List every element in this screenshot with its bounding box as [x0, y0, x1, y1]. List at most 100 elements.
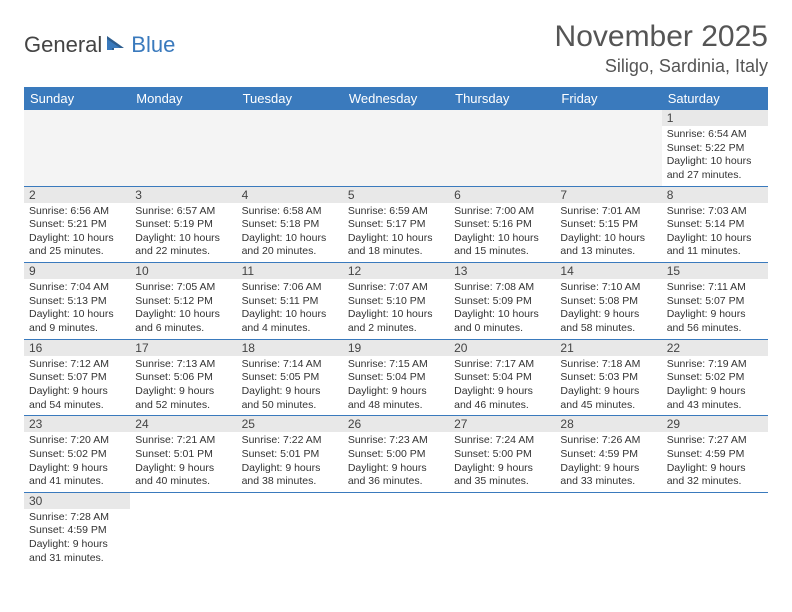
day-info-cell: Sunrise: 7:18 AMSunset: 5:03 PMDaylight:…: [555, 356, 661, 416]
day-info-cell: Sunrise: 6:56 AMSunset: 5:21 PMDaylight:…: [24, 203, 130, 263]
sunset-text: Sunset: 5:02 PM: [667, 371, 763, 385]
day-number-cell: [662, 492, 768, 509]
sunset-text: Sunset: 4:59 PM: [29, 524, 125, 538]
day-number-cell: 23: [24, 416, 130, 433]
daynum-row: 2345678: [24, 186, 768, 203]
daylight-text: Daylight: 9 hours and 58 minutes.: [560, 308, 656, 335]
daylight-text: Daylight: 9 hours and 48 minutes.: [348, 385, 444, 412]
day-info-cell: [237, 126, 343, 186]
day-number-cell: 8: [662, 186, 768, 203]
sunrise-text: Sunrise: 6:57 AM: [135, 205, 231, 219]
info-row: Sunrise: 7:04 AMSunset: 5:13 PMDaylight:…: [24, 279, 768, 339]
sunset-text: Sunset: 5:22 PM: [667, 142, 763, 156]
sunset-text: Sunset: 5:01 PM: [135, 448, 231, 462]
daylight-text: Daylight: 10 hours and 25 minutes.: [29, 232, 125, 259]
day-number-cell: 5: [343, 186, 449, 203]
day-info-cell: Sunrise: 7:22 AMSunset: 5:01 PMDaylight:…: [237, 432, 343, 492]
daylight-text: Daylight: 10 hours and 18 minutes.: [348, 232, 444, 259]
day-number-cell: [343, 110, 449, 126]
daylight-text: Daylight: 9 hours and 43 minutes.: [667, 385, 763, 412]
daylight-text: Daylight: 9 hours and 31 minutes.: [29, 538, 125, 565]
day-info-cell: Sunrise: 7:12 AMSunset: 5:07 PMDaylight:…: [24, 356, 130, 416]
daylight-text: Daylight: 10 hours and 11 minutes.: [667, 232, 763, 259]
day-info-cell: Sunrise: 6:54 AMSunset: 5:22 PMDaylight:…: [662, 126, 768, 186]
sunset-text: Sunset: 5:15 PM: [560, 218, 656, 232]
day-number-cell: 28: [555, 416, 661, 433]
sunrise-text: Sunrise: 7:14 AM: [242, 358, 338, 372]
info-row: Sunrise: 6:54 AMSunset: 5:22 PMDaylight:…: [24, 126, 768, 186]
day-info-cell: Sunrise: 6:59 AMSunset: 5:17 PMDaylight:…: [343, 203, 449, 263]
weekday-header: Sunday: [24, 87, 130, 110]
sunset-text: Sunset: 5:11 PM: [242, 295, 338, 309]
day-number-cell: 16: [24, 339, 130, 356]
logo: General Blue: [24, 20, 175, 58]
day-info-cell: Sunrise: 7:08 AMSunset: 5:09 PMDaylight:…: [449, 279, 555, 339]
sunset-text: Sunset: 5:19 PM: [135, 218, 231, 232]
daylight-text: Daylight: 9 hours and 46 minutes.: [454, 385, 550, 412]
sunrise-text: Sunrise: 7:00 AM: [454, 205, 550, 219]
sunset-text: Sunset: 5:00 PM: [348, 448, 444, 462]
day-info-cell: Sunrise: 7:14 AMSunset: 5:05 PMDaylight:…: [237, 356, 343, 416]
day-number-cell: 10: [130, 263, 236, 280]
daylight-text: Daylight: 10 hours and 15 minutes.: [454, 232, 550, 259]
sunrise-text: Sunrise: 7:04 AM: [29, 281, 125, 295]
day-number-cell: 18: [237, 339, 343, 356]
sunrise-text: Sunrise: 7:26 AM: [560, 434, 656, 448]
day-info-cell: [555, 126, 661, 186]
day-number-cell: 12: [343, 263, 449, 280]
day-number-cell: 14: [555, 263, 661, 280]
sunrise-text: Sunrise: 7:13 AM: [135, 358, 231, 372]
location: Siligo, Sardinia, Italy: [555, 56, 768, 77]
day-info-cell: [449, 126, 555, 186]
sunrise-text: Sunrise: 7:10 AM: [560, 281, 656, 295]
info-row: Sunrise: 7:20 AMSunset: 5:02 PMDaylight:…: [24, 432, 768, 492]
day-info-cell: [237, 509, 343, 569]
day-number-cell: 27: [449, 416, 555, 433]
sunset-text: Sunset: 5:18 PM: [242, 218, 338, 232]
sunset-text: Sunset: 5:09 PM: [454, 295, 550, 309]
day-info-cell: Sunrise: 7:00 AMSunset: 5:16 PMDaylight:…: [449, 203, 555, 263]
sunset-text: Sunset: 4:59 PM: [560, 448, 656, 462]
day-number-cell: 9: [24, 263, 130, 280]
daynum-row: 1: [24, 110, 768, 126]
day-info-cell: [343, 126, 449, 186]
weekday-header: Friday: [555, 87, 661, 110]
sunrise-text: Sunrise: 6:54 AM: [667, 128, 763, 142]
day-info-cell: [555, 509, 661, 569]
sunset-text: Sunset: 5:12 PM: [135, 295, 231, 309]
sunrise-text: Sunrise: 6:58 AM: [242, 205, 338, 219]
day-info-cell: Sunrise: 6:58 AMSunset: 5:18 PMDaylight:…: [237, 203, 343, 263]
sunrise-text: Sunrise: 7:11 AM: [667, 281, 763, 295]
day-number-cell: 24: [130, 416, 236, 433]
sunrise-text: Sunrise: 7:22 AM: [242, 434, 338, 448]
day-info-cell: Sunrise: 7:23 AMSunset: 5:00 PMDaylight:…: [343, 432, 449, 492]
sunrise-text: Sunrise: 7:21 AM: [135, 434, 231, 448]
sunset-text: Sunset: 5:07 PM: [667, 295, 763, 309]
daylight-text: Daylight: 9 hours and 41 minutes.: [29, 462, 125, 489]
daylight-text: Daylight: 9 hours and 32 minutes.: [667, 462, 763, 489]
sunset-text: Sunset: 5:14 PM: [667, 218, 763, 232]
day-info-cell: Sunrise: 7:26 AMSunset: 4:59 PMDaylight:…: [555, 432, 661, 492]
day-number-cell: 6: [449, 186, 555, 203]
sunset-text: Sunset: 5:03 PM: [560, 371, 656, 385]
flag-icon: [106, 34, 128, 57]
weekday-header: Monday: [130, 87, 236, 110]
daylight-text: Daylight: 10 hours and 0 minutes.: [454, 308, 550, 335]
sunrise-text: Sunrise: 7:06 AM: [242, 281, 338, 295]
day-info-cell: [24, 126, 130, 186]
sunrise-text: Sunrise: 7:12 AM: [29, 358, 125, 372]
daynum-row: 9101112131415: [24, 263, 768, 280]
daylight-text: Daylight: 9 hours and 54 minutes.: [29, 385, 125, 412]
day-info-cell: Sunrise: 7:10 AMSunset: 5:08 PMDaylight:…: [555, 279, 661, 339]
day-number-cell: 4: [237, 186, 343, 203]
sunset-text: Sunset: 5:07 PM: [29, 371, 125, 385]
day-number-cell: 25: [237, 416, 343, 433]
sunrise-text: Sunrise: 7:15 AM: [348, 358, 444, 372]
sunset-text: Sunset: 5:08 PM: [560, 295, 656, 309]
day-info-cell: Sunrise: 7:17 AMSunset: 5:04 PMDaylight:…: [449, 356, 555, 416]
daylight-text: Daylight: 9 hours and 56 minutes.: [667, 308, 763, 335]
weekday-header-row: Sunday Monday Tuesday Wednesday Thursday…: [24, 87, 768, 110]
day-number-cell: 26: [343, 416, 449, 433]
calendar-table: Sunday Monday Tuesday Wednesday Thursday…: [24, 87, 768, 568]
day-number-cell: [24, 110, 130, 126]
